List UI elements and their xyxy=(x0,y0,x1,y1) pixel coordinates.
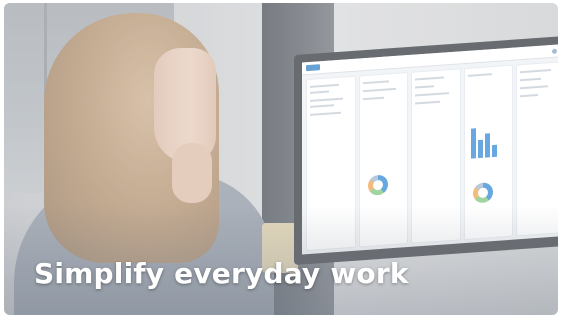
card-headline: Simplify everyday work xyxy=(34,257,409,290)
promo-card[interactable]: Simplify everyday work xyxy=(4,3,558,315)
